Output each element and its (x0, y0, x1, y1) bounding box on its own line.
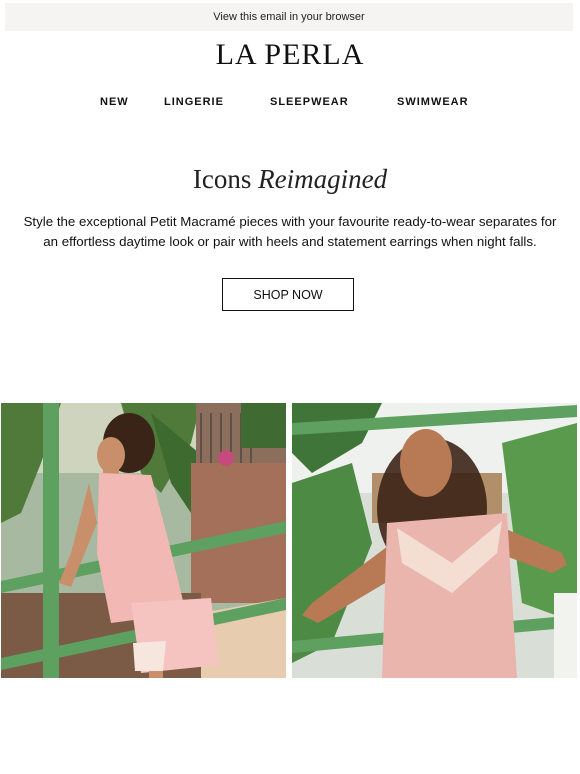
brand-logo[interactable]: LA PERLA (0, 38, 580, 72)
headline-italic: Reimagined (258, 164, 388, 194)
nav-item-sleepwear[interactable]: SLEEPWEAR (270, 96, 349, 108)
photo-left-illustration (1, 403, 286, 678)
main-nav: NEW LINGERIE SLEEPWEAR SWIMWEAR (0, 96, 580, 112)
nav-item-lingerie[interactable]: LINGERIE (164, 96, 224, 108)
nav-item-swimwear[interactable]: SWIMWEAR (397, 96, 469, 108)
headline-plain: Icons (192, 164, 259, 194)
photo-right-illustration (292, 403, 577, 678)
product-photo-right[interactable] (292, 403, 577, 678)
product-photo-left[interactable] (1, 403, 286, 678)
nav-item-new[interactable]: NEW (100, 96, 129, 108)
shop-now-button[interactable]: SHOP NOW (222, 278, 354, 311)
view-in-browser-link[interactable]: View this email in your browser (213, 11, 364, 23)
view-in-browser-bar: View this email in your browser (5, 3, 573, 31)
hero-headline: Icons Reimagined (0, 164, 580, 195)
hero-body-text: Style the exceptional Petit Macramé piec… (23, 214, 557, 249)
